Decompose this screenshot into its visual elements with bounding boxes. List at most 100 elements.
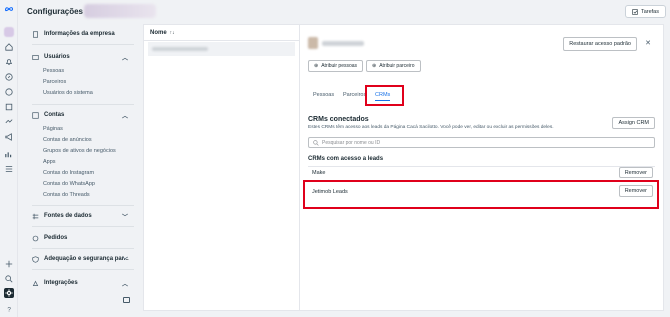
search-icon [313,139,319,146]
list-icon [32,111,40,119]
assign-people-label: Atribuir pessoas [321,63,358,69]
restore-default-access-button[interactable]: Restaurar acesso padrão [563,37,637,51]
crm-row-name: Make [312,170,326,176]
sidebar-item-whatsapp[interactable]: Contas do WhatsApp [43,181,95,187]
divider [32,104,134,105]
crm-access-title: CRMs com acesso a leads [308,156,384,162]
sidebar-users-label: Usuários [44,54,70,60]
sidebar-item-asset-groups[interactable]: Grupos de ativos de negócios [43,148,116,154]
sidebar-item-threads[interactable]: Contas do Threads [43,192,90,198]
detail-panel: Restaurar acesso padrão ✕ ⊕ Atribuir pes… [299,24,664,311]
sidebar-item-people[interactable]: Pessoas [43,68,64,74]
shield-icon [32,255,40,263]
chevron-down-icon[interactable]: ﹀ [122,255,128,264]
settings-sidebar: Informações da empresa Usuários ︿ Pessoa… [24,24,140,311]
meta-logo-icon[interactable] [4,4,14,14]
sidebar-data-sources[interactable]: Fontes de dados ﹀ [32,212,134,221]
sidebar-item-system-users[interactable]: Usuários do sistema [43,90,93,96]
divider [32,248,134,249]
bell-icon[interactable] [4,57,14,67]
crm-search-placeholder: Pesquisar por nome ou ID [322,139,381,146]
home-icon[interactable] [4,42,14,52]
sidebar-accounts-label: Contas [44,112,65,118]
megaphone-icon[interactable] [4,132,14,142]
page-avatar [308,37,318,49]
assign-partner-button[interactable]: ⊕ Atribuir parceiro [366,60,421,72]
name-column-header: Nome [150,29,167,36]
list-item[interactable] [148,42,295,56]
sidebar-business-info-label: Informações da empresa [44,31,115,37]
chevron-up-icon[interactable]: ︿ [122,53,128,62]
asset-list-panel: Nome ↑↓ [143,24,299,311]
tasks-icon [632,8,638,15]
tab-people[interactable]: Pessoas [313,92,334,98]
sidebar-item-ad-accounts[interactable]: Contas de anúncios [43,137,92,143]
chat-icon[interactable] [4,87,14,97]
tasks-label: Tarefas [640,8,659,15]
help-icon[interactable]: ? [4,304,14,314]
menu-icon[interactable] [4,164,14,174]
insights-icon[interactable] [4,149,14,159]
account-avatar[interactable] [4,27,14,37]
orders-icon [32,234,40,242]
collapse-sidebar-icon[interactable] [123,297,130,303]
chevron-down-icon[interactable]: ﹀ [122,212,128,221]
remove-label: Remover [624,169,647,176]
sidebar-integrations[interactable]: Integrações ︿ [32,279,134,288]
list-header[interactable]: Nome ↑↓ [144,25,299,41]
crm-section-description: Estes CRMs têm acesso aos leads da Págin… [308,125,554,130]
person-add-icon: ⊕ [314,63,319,69]
sidebar-brand-safety[interactable]: Adequação e segurança par... ﹀ [32,255,134,264]
data-sources-icon [32,212,40,220]
tab-partners[interactable]: Parceiros [343,92,366,98]
assign-crm-button[interactable]: Assign CRM [612,117,655,129]
assign-people-button[interactable]: ⊕ Atribuir pessoas [308,60,364,72]
sidebar-item-instagram[interactable]: Contas do Instagram [43,170,94,176]
sidebar-users[interactable]: Usuários ︿ [32,53,134,62]
sidebar-accounts[interactable]: Contas ︿ [32,111,134,120]
sidebar-item-partners[interactable]: Parceiros [43,79,66,85]
sidebar-integrations-label: Integrações [44,280,78,286]
id-card-icon [32,53,40,61]
divider [32,44,134,45]
chevron-up-icon[interactable]: ︿ [122,279,128,288]
crm-section-title: CRMs conectados [308,116,369,123]
sidebar-brand-safety-label: Adequação e segurança par... [44,256,129,262]
sort-icon[interactable]: ↑↓ [170,30,175,36]
close-icon[interactable]: ✕ [645,39,651,47]
search-icon[interactable] [4,274,14,284]
top-bar: Configurações Tarefas [18,0,670,24]
divider [32,205,134,206]
highlight-jetimob-row [303,180,659,209]
chevron-up-icon[interactable]: ︿ [122,111,128,120]
page-title: Configurações [27,7,84,16]
integrations-icon [32,279,40,287]
sidebar-orders-label: Pedidos [44,235,68,241]
remove-make-button[interactable]: Remover [618,167,653,178]
sidebar-data-sources-label: Fontes de dados [44,213,92,219]
content-icon[interactable] [4,117,14,127]
tasks-button[interactable]: Tarefas [624,5,666,18]
restore-label: Restaurar acesso padrão [569,41,631,47]
compass-icon[interactable] [4,72,14,82]
settings-icon[interactable] [4,288,14,298]
sidebar-business-info[interactable]: Informações da empresa [32,30,134,38]
assign-partner-label: Atribuir parceiro [379,63,415,69]
assign-crm-label: Assign CRM [618,120,649,126]
add-icon[interactable] [4,259,14,269]
sidebar-orders[interactable]: Pedidos [32,234,134,242]
sidebar-item-apps[interactable]: Apps [43,159,56,165]
svg-text:?: ? [7,306,11,313]
partner-add-icon: ⊕ [372,63,377,69]
sidebar-item-pages[interactable]: Páginas [43,126,63,132]
highlight-crms-tab [365,85,404,106]
layers-icon[interactable] [4,102,14,112]
list-item-name [152,47,208,51]
divider [32,226,134,227]
business-selector[interactable] [84,4,156,18]
divider [308,166,655,167]
icon-rail: ? [0,0,18,317]
crm-search-input[interactable]: Pesquisar por nome ou ID [308,137,655,148]
divider [32,269,134,270]
page-name [322,41,364,46]
